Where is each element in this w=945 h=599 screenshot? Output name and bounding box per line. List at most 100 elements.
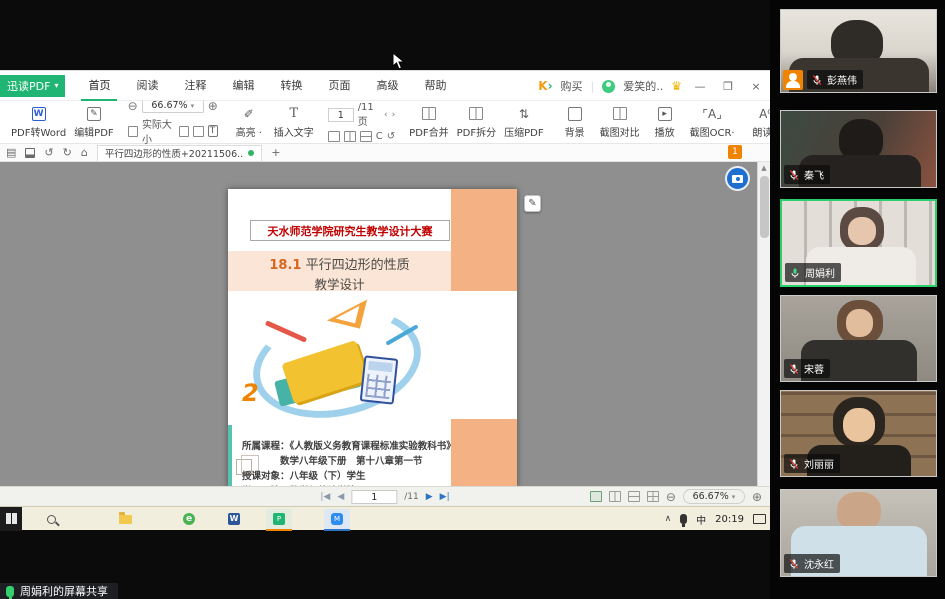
tab-read[interactable]: 阅读 xyxy=(123,70,171,101)
actual-size-icon[interactable] xyxy=(128,126,138,137)
text-icon: T xyxy=(289,106,298,122)
scroll-up-arrow[interactable]: ▲ xyxy=(758,162,770,172)
insert-text-button[interactable]: T 插入文字 xyxy=(274,106,314,139)
last-page-button[interactable]: ▶| xyxy=(440,492,450,502)
compress-pdf-button[interactable]: ⇅ 压缩PDF xyxy=(504,106,543,139)
quick-access-bar: ▤ ↺ ↻ ⌂ 平行四边形的性质+20211506.. + 1 xyxy=(0,144,770,162)
new-tab-button[interactable]: + xyxy=(271,146,280,159)
taskbar-browser-button[interactable]: e xyxy=(176,509,202,529)
account-name[interactable]: 爱笑的.. xyxy=(623,78,663,94)
lesson-subtitle: 教学设计 xyxy=(228,274,451,293)
participant-name: 周娟利 xyxy=(805,265,835,280)
rotate-cw-button[interactable]: C xyxy=(376,131,383,142)
continuous-button[interactable] xyxy=(360,131,372,142)
tray-notification-icon[interactable] xyxy=(753,514,766,524)
prev-page-nav-button[interactable]: ◀ xyxy=(337,492,344,502)
screenshot-ocr-button[interactable]: ⌜A⌟ 截图OCR· xyxy=(690,106,735,139)
open-file-icon[interactable]: ▤ xyxy=(6,147,16,158)
annotate-pencil-button[interactable]: ✎ xyxy=(524,195,541,212)
screen-share-label: 周娟利的屏幕共享 xyxy=(20,583,108,599)
divider: | xyxy=(591,80,595,93)
buy-icon: K› xyxy=(538,79,552,93)
document-viewport[interactable]: 天水师范学院研究生教学设计大赛 18.1 平行四边形的性质 教学设计 2 xyxy=(0,162,770,486)
view-continuous-button[interactable] xyxy=(628,491,640,502)
browser-icon: e xyxy=(183,513,195,525)
statusbar-zoom-out[interactable]: ⊖ xyxy=(666,490,676,504)
statusbar-page-input[interactable]: 1 xyxy=(351,490,397,504)
mic-active-icon xyxy=(789,267,801,279)
edit-pdf-button[interactable]: ✎ 编辑PDF xyxy=(74,106,113,139)
participant-tile-speaking[interactable]: 周娟利 xyxy=(780,199,937,287)
start-button[interactable] xyxy=(0,507,22,531)
tab-advanced[interactable]: 高级 xyxy=(363,70,411,101)
unsaved-dot-icon xyxy=(248,150,254,156)
taskbar-pdf-app-button[interactable]: P xyxy=(266,509,292,529)
maximize-button[interactable]: ❐ xyxy=(718,80,738,93)
mic-muted-icon xyxy=(788,363,800,375)
next-page-button[interactable]: › xyxy=(392,110,396,120)
home-icon[interactable]: ⌂ xyxy=(81,147,88,158)
participant-tile[interactable]: 沈永红 xyxy=(780,489,937,577)
buy-link[interactable]: 购买 xyxy=(561,78,583,94)
tray-expand-icon[interactable]: ∧ xyxy=(665,514,672,524)
clock[interactable]: 20:19 xyxy=(715,514,744,525)
participant-tile[interactable]: 秦飞 xyxy=(780,110,937,188)
highlight-button[interactable]: ✐ 高亮 · xyxy=(232,106,266,139)
document-tab[interactable]: 平行四边形的性质+20211506.. xyxy=(97,145,262,161)
undo-icon[interactable]: ↺ xyxy=(44,147,53,158)
tab-page[interactable]: 页面 xyxy=(315,70,363,101)
vip-crown-icon[interactable]: ♛ xyxy=(671,79,682,93)
redo-icon[interactable]: ↻ xyxy=(63,147,72,158)
rotate-ccw-button[interactable]: ↺ xyxy=(387,131,395,142)
fit-page-button[interactable] xyxy=(193,126,203,137)
participant-name: 秦飞 xyxy=(804,167,824,182)
tray-mic-icon[interactable] xyxy=(680,514,687,524)
two-page-button[interactable] xyxy=(344,131,356,142)
account-avatar[interactable] xyxy=(602,80,615,93)
participant-tile[interactable]: 刘丽丽 xyxy=(780,390,937,477)
taskbar-search-button[interactable] xyxy=(38,509,64,529)
view-grid-button[interactable] xyxy=(647,491,659,502)
page-number-input[interactable]: 1 xyxy=(328,108,354,122)
pdf-split-button[interactable]: PDF拆分 xyxy=(457,106,496,139)
scrollbar-thumb[interactable] xyxy=(760,176,769,238)
close-button[interactable]: × xyxy=(746,80,766,93)
participant-name: 刘丽丽 xyxy=(804,456,834,471)
participant-panel: 彭燕伟 秦飞 周娟利 宋蓉 xyxy=(770,0,945,599)
taskbar-meeting-app-button[interactable]: M xyxy=(324,509,350,529)
actual-size-button[interactable]: 实际大小 xyxy=(142,116,175,146)
single-page-button[interactable] xyxy=(328,131,340,142)
view-two-page-button[interactable] xyxy=(609,491,621,502)
notification-badge[interactable]: 1 xyxy=(728,145,742,159)
tab-edit[interactable]: 编辑 xyxy=(219,70,267,101)
fit-width-button[interactable] xyxy=(179,126,189,137)
ime-indicator[interactable]: 中 xyxy=(696,512,706,527)
statusbar-zoom-in[interactable]: ⊕ xyxy=(752,490,762,504)
tab-help[interactable]: 帮助 xyxy=(411,70,459,101)
floating-tool-button[interactable] xyxy=(725,166,750,191)
participant-tile[interactable]: 彭燕伟 xyxy=(780,9,937,93)
pdf-app-logo[interactable]: 迅读PDF ▾ xyxy=(0,75,65,97)
compare-button[interactable]: 截图对比 xyxy=(600,106,640,139)
participant-tile[interactable]: 宋蓉 xyxy=(780,295,937,382)
taskbar-explorer-button[interactable] xyxy=(112,509,138,529)
background-button[interactable]: 背景 xyxy=(558,106,592,139)
tab-annotate[interactable]: 注释 xyxy=(171,70,219,101)
prev-page-button[interactable]: ‹ xyxy=(384,110,388,120)
save-icon[interactable] xyxy=(25,148,35,158)
pdf-merge-button[interactable]: PDF合并 xyxy=(409,106,448,139)
next-page-nav-button[interactable]: ▶ xyxy=(426,492,433,502)
view-single-button[interactable] xyxy=(590,491,602,502)
first-page-button[interactable]: |◀ xyxy=(320,492,330,502)
tab-home[interactable]: 首页 xyxy=(75,70,123,101)
vertical-scrollbar[interactable]: ▲ xyxy=(757,162,770,486)
pdf-to-word-button[interactable]: W PDF转Word xyxy=(11,106,66,139)
merge-icon xyxy=(422,106,436,122)
taskbar-word-button[interactable]: W xyxy=(221,509,247,529)
text-zoom-button[interactable]: T xyxy=(208,125,218,137)
play-button[interactable]: ▸ 播放 xyxy=(648,106,682,139)
statusbar-zoom-select[interactable]: 66.67%▾ xyxy=(683,489,745,504)
tab-convert[interactable]: 转换 xyxy=(267,70,315,101)
minimize-button[interactable]: — xyxy=(690,80,710,93)
meeting-app-icon: M xyxy=(331,513,343,525)
